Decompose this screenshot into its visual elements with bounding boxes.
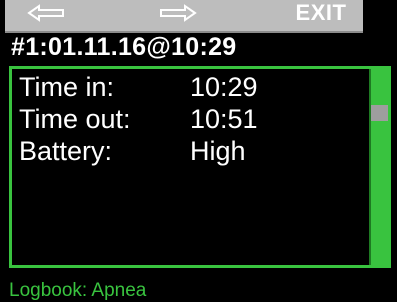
arrow-left-icon xyxy=(27,4,64,22)
softkey-bar: EXIT xyxy=(5,0,363,33)
forward-button[interactable] xyxy=(155,2,199,24)
dive-details-panel: Time in: 10:29 Time out: 10:51 Battery: … xyxy=(9,66,391,268)
time-in-value: 10:29 xyxy=(190,71,258,102)
battery-row: Battery: High xyxy=(19,135,258,167)
scrollbar-thumb[interactable] xyxy=(371,105,388,121)
time-in-label: Time in: xyxy=(19,71,115,102)
arrow-right-icon xyxy=(160,4,197,22)
logbook-mode-label: Logbook: Apnea xyxy=(9,280,147,301)
scrollbar[interactable] xyxy=(369,69,388,265)
time-out-label: Time out: xyxy=(19,103,131,134)
battery-value: High xyxy=(190,135,246,166)
time-out-row: Time out: 10:51 xyxy=(19,103,258,135)
dive-title: #1:01.11.16@10:29 xyxy=(11,33,237,61)
back-button[interactable] xyxy=(25,2,69,24)
battery-label: Battery: xyxy=(19,135,113,166)
exit-button[interactable]: EXIT xyxy=(289,0,353,25)
details-list: Time in: 10:29 Time out: 10:51 Battery: … xyxy=(19,71,258,167)
time-out-value: 10:51 xyxy=(190,103,258,134)
time-in-row: Time in: 10:29 xyxy=(19,71,258,103)
